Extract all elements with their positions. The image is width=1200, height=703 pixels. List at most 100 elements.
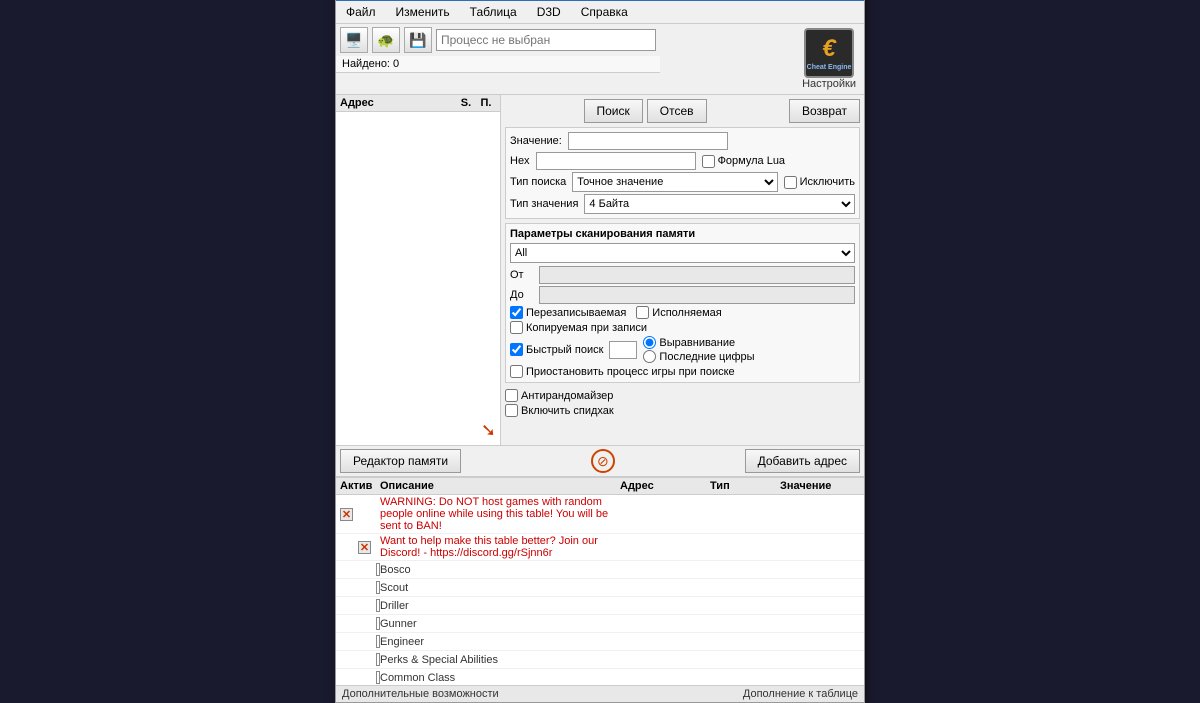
value-type-label: Тип значения	[510, 198, 578, 210]
table-row[interactable]: Gunner	[336, 615, 864, 633]
add-address-button[interactable]: Добавить адрес	[745, 449, 860, 473]
to-input[interactable]: 00007FFFFFFFFFFF	[539, 286, 855, 304]
address-list[interactable]	[336, 112, 500, 416]
ce-logo-symbol: €	[822, 35, 835, 63]
value-row: Значение:	[510, 132, 855, 150]
from-input[interactable]: 000000000000000	[539, 266, 855, 284]
last-digits-radio[interactable]: Последние цифры	[643, 350, 754, 363]
table-row[interactable]: ✕WARNING: Do NOT host games with random …	[336, 495, 864, 534]
pause-row: Приостановить процесс игры при поиске	[510, 365, 855, 378]
status-right: Дополнение к таблице	[743, 688, 858, 700]
desc-cell: Scout	[380, 582, 620, 594]
active-cell	[340, 617, 380, 630]
settings-label[interactable]: Настройки	[802, 78, 856, 90]
align-radio[interactable]: Выравнивание	[643, 336, 754, 349]
rewrite-checkbox[interactable]	[510, 306, 523, 319]
fast-value-input[interactable]: 4	[609, 341, 637, 359]
desc-cell: Perks & Special Abilities	[380, 654, 620, 666]
stop-icon[interactable]: ⊘	[591, 449, 615, 473]
hex-input[interactable]	[536, 152, 696, 170]
table-row[interactable]: Engineer	[336, 633, 864, 651]
th-type: Тип	[710, 480, 780, 492]
align-radio-input[interactable]	[643, 336, 656, 349]
ce-logo: € Cheat Engine	[804, 28, 854, 78]
hex-label: Hex	[510, 155, 530, 167]
executable-checkbox[interactable]	[636, 306, 649, 319]
executable-check[interactable]: Исполняемая	[636, 306, 721, 319]
table-row[interactable]: Common Class	[336, 669, 864, 685]
search-type-dropdown[interactable]: Точное значение	[572, 172, 777, 192]
table-row[interactable]: Driller	[336, 597, 864, 615]
memory-editor-button[interactable]: Редактор памяти	[340, 449, 461, 473]
table-row[interactable]: Perks & Special Abilities	[336, 651, 864, 669]
desc-cell: Driller	[380, 600, 620, 612]
speedhack-checkbox[interactable]	[505, 404, 518, 417]
menu-table[interactable]: Таблица	[464, 3, 523, 21]
value-type-row: Тип значения 4 Байта	[510, 194, 855, 214]
menu-edit[interactable]: Изменить	[390, 3, 456, 21]
value-section: Значение: Hex Формула Lua Тип поиска Точ…	[505, 127, 860, 219]
exclude-check[interactable]: Исключить	[784, 176, 855, 189]
desc-cell: Engineer	[380, 636, 620, 648]
filter-button[interactable]: Отсев	[647, 99, 707, 123]
active-checkbox[interactable]: ✕	[340, 508, 353, 521]
address-list-panel: Адрес S. П. ➘	[336, 95, 501, 445]
exclude-checkbox[interactable]	[784, 176, 797, 189]
value-label: Значение:	[510, 135, 562, 147]
rewrite-check[interactable]: Перезаписываемая	[510, 306, 626, 319]
col-s: S.	[456, 97, 476, 109]
status-bar: Дополнительные возможности Дополнение к …	[336, 685, 864, 702]
toolbar: 🖥️ 🐢 💾	[336, 24, 660, 56]
scan-params-title: Параметры сканирования памяти	[510, 228, 855, 240]
col-address: Адрес	[340, 97, 456, 109]
menu-help[interactable]: Справка	[575, 3, 634, 21]
open-process-button[interactable]: 🖥️	[340, 27, 368, 53]
desc-cell: Want to help make this table better? Joi…	[380, 535, 620, 559]
desc-cell: Common Class	[380, 672, 620, 684]
search-type-label: Тип поиска	[510, 176, 566, 188]
menu-file[interactable]: Файл	[340, 3, 382, 21]
menu-d3d[interactable]: D3D	[531, 3, 567, 21]
lua-formula-check[interactable]: Формула Lua	[702, 155, 786, 168]
pause-check[interactable]: Приостановить процесс игры при поиске	[510, 365, 735, 378]
last-digits-radio-input[interactable]	[643, 350, 656, 363]
active-cell: ✕	[340, 541, 380, 554]
fast-search-check[interactable]: Быстрый поиск	[510, 343, 603, 356]
hex-row: Hex Формула Lua	[510, 152, 855, 170]
active-cell	[340, 599, 380, 612]
ce-logo-label: Cheat Engine	[807, 64, 852, 71]
scan-params: Параметры сканирования памяти All От 000…	[505, 223, 860, 383]
value-type-dropdown[interactable]: 4 Байта	[584, 194, 855, 214]
save-button[interactable]: 💾	[404, 27, 432, 53]
fast-checkbox[interactable]	[510, 343, 523, 356]
search-panel: Поиск Отсев Возврат Значение: Hex Формул…	[501, 95, 864, 445]
open-settings-button[interactable]: 🐢	[372, 27, 400, 53]
pause-checkbox[interactable]	[510, 365, 523, 378]
desc-cell: Gunner	[380, 618, 620, 630]
main-window: € Cheat Engine 7.1 – □ ✕ Файл Изменить Т…	[335, 0, 865, 703]
copy-check[interactable]: Копируемая при записи	[510, 321, 647, 334]
search-type-row: Тип поиска Точное значение Исключить	[510, 172, 855, 192]
scan-all-dropdown[interactable]: All	[510, 243, 855, 263]
table-header: Актив Описание Адрес Тип Значение	[336, 478, 864, 495]
antirandom-check[interactable]: Антирандомайзер	[505, 389, 860, 402]
return-button[interactable]: Возврат	[789, 99, 860, 123]
th-active: Актив	[340, 480, 380, 492]
table-row[interactable]: ✕ Want to help make this table better? Jo…	[336, 534, 864, 561]
from-row: От 000000000000000	[510, 266, 855, 284]
lua-checkbox[interactable]	[702, 155, 715, 168]
table-area: Актив Описание Адрес Тип Значение ✕WARNI…	[336, 477, 864, 685]
th-val: Значение	[780, 480, 860, 492]
active-cell	[340, 671, 380, 684]
options-row1: Перезаписываемая Исполняемая	[510, 306, 855, 319]
antirandom-checkbox[interactable]	[505, 389, 518, 402]
value-input[interactable]	[568, 132, 728, 150]
table-row[interactable]: Scout	[336, 579, 864, 597]
active-cell	[340, 635, 380, 648]
table-row[interactable]: Bosco	[336, 561, 864, 579]
copy-checkbox[interactable]	[510, 321, 523, 334]
search-button[interactable]: Поиск	[584, 99, 643, 123]
active-checkbox[interactable]: ✕	[358, 541, 371, 554]
process-input[interactable]	[436, 29, 656, 51]
speedhack-check[interactable]: Включить спидхак	[505, 404, 860, 417]
